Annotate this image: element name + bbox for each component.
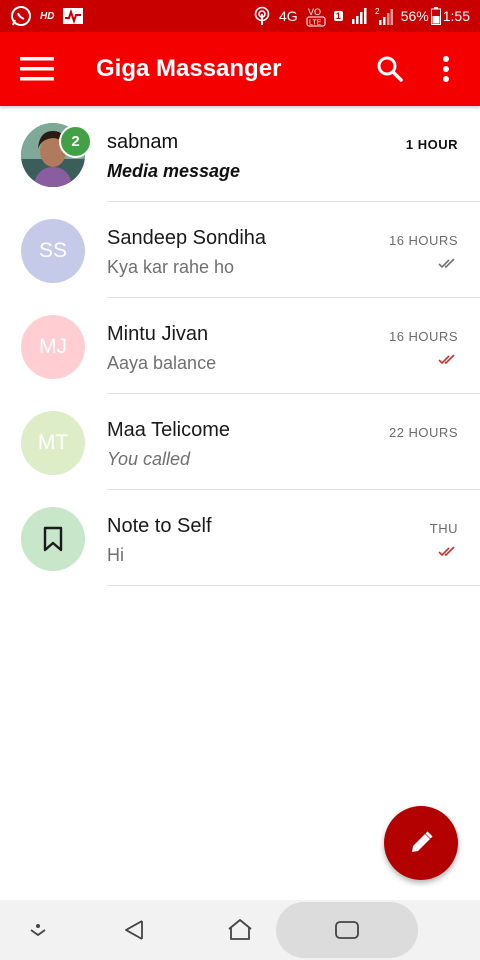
status-right: 4G VO LTE 1 2 56% 1:55	[253, 5, 470, 27]
search-button[interactable]	[362, 32, 418, 106]
contact-name: Mintu Jivan	[107, 323, 209, 345]
clock: 1:55	[442, 8, 470, 24]
search-icon	[377, 56, 403, 82]
network-type: 4G	[279, 8, 298, 24]
home-button[interactable]	[218, 900, 262, 960]
whatsapp-icon	[10, 5, 32, 27]
battery-icon	[430, 7, 441, 25]
contact-name: Maa Telicome	[107, 419, 231, 441]
sim1-indicator: 1	[333, 11, 343, 21]
recent-apps-icon	[335, 921, 359, 939]
hd-indicator: HD	[40, 10, 55, 22]
contact-name: Sandeep Sondiha	[107, 227, 267, 249]
contact-avatar-initials: MT	[21, 411, 85, 475]
note-to-self-avatar	[21, 507, 85, 571]
avatar-initials: MT	[37, 431, 69, 454]
overflow-menu-button[interactable]	[418, 32, 474, 106]
activity-icon	[62, 7, 84, 25]
app-title: Giga Massanger	[96, 55, 282, 82]
recents-button[interactable]	[318, 900, 376, 960]
signal-sim1-icon	[351, 8, 367, 24]
hotspot-icon	[253, 6, 271, 26]
message-time: 16 HOURS	[388, 233, 458, 248]
compose-fab-button[interactable]	[384, 806, 458, 880]
contact-name: sabnam	[107, 131, 179, 153]
conversation-item[interactable]: 2 sabnam Media message 1 HOUR	[0, 106, 480, 202]
conversation-list: 2 sabnam Media message 1 HOUR SS Sandeep…	[0, 106, 480, 586]
svg-text:VO: VO	[308, 7, 321, 17]
contact-avatar-initials: MJ	[21, 315, 85, 379]
read-check-icon	[438, 353, 458, 371]
sim2-label: 2	[375, 7, 380, 16]
message-snippet: Kya kar rahe ho	[107, 257, 235, 277]
delivered-check-icon	[438, 257, 458, 275]
message-snippet: You called	[107, 449, 191, 469]
back-button[interactable]	[112, 900, 156, 960]
battery-percent: 56%	[400, 8, 429, 24]
conversation-item[interactable]: MJ Mintu Jivan Aaya balance 16 HOURS	[0, 298, 480, 394]
divider	[107, 585, 480, 586]
conversation-item[interactable]: SS Sandeep Sondiha Kya kar rahe ho 16 HO…	[0, 202, 480, 298]
conversation-item[interactable]: Note to Self Hi THU	[0, 490, 480, 586]
app-bar: Giga Massanger	[0, 32, 480, 106]
unread-count-badge: 2	[59, 125, 92, 158]
read-check-icon	[438, 545, 458, 563]
message-snippet: Hi	[107, 545, 124, 565]
message-snippet: Media message	[107, 161, 241, 181]
hamburger-menu-button[interactable]	[0, 32, 74, 106]
conversation-item[interactable]: MT Maa Telicome You called 22 HOURS	[0, 394, 480, 490]
status-bar: HD 4G VO LTE 1 2 56% 1:55	[0, 0, 480, 32]
status-left: HD	[10, 5, 84, 27]
svg-text:LTE: LTE	[309, 20, 322, 27]
message-time: 1 HOUR	[405, 137, 458, 152]
hide-nav-button[interactable]	[20, 900, 56, 960]
navigation-bar	[0, 900, 480, 960]
bookmark-icon	[43, 526, 63, 552]
message-time: 16 HOURS	[388, 329, 458, 344]
home-icon	[228, 919, 252, 940]
message-time: 22 HOURS	[388, 425, 458, 440]
avatar-initials: SS	[38, 239, 67, 262]
message-snippet: Aaya balance	[107, 353, 217, 373]
back-triangle-icon	[125, 920, 143, 940]
signal-sim2-icon: 2	[375, 7, 393, 25]
hamburger-icon	[20, 57, 54, 81]
chevron-down-dot-icon	[30, 924, 46, 937]
more-vert-icon	[443, 56, 449, 82]
avatar-initials: MJ	[39, 335, 67, 358]
pencil-icon	[412, 831, 433, 852]
volte-icon: VO LTE	[306, 5, 326, 27]
contact-avatar-initials: SS	[21, 219, 85, 283]
contact-name: Note to Self	[107, 515, 212, 537]
message-time: THU	[429, 521, 458, 536]
